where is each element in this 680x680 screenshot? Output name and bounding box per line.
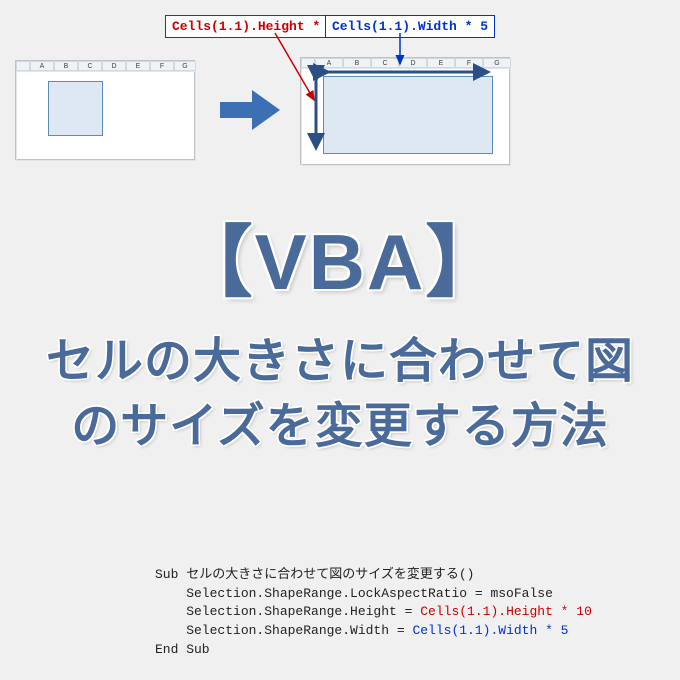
col-hdr: B — [54, 61, 78, 71]
code-height-expr: Cells(1.1).Height * 10 — [420, 604, 592, 619]
col-hdr: D — [399, 58, 427, 68]
title-subtitle: セルの大きさに合わせて図 のサイズを変更する方法 — [0, 330, 680, 460]
col-hdr: E — [427, 58, 455, 68]
title-area: 【VBA】 セルの大きさに合わせて図 のサイズを変更する方法 — [0, 200, 680, 460]
excel-before: A B C D E F G — [15, 60, 195, 160]
shape-after — [323, 76, 493, 154]
col-hdr: F — [150, 61, 174, 71]
col-hdr: G — [174, 61, 196, 71]
col-hdr: A — [30, 61, 54, 71]
col-hdr: D — [102, 61, 126, 71]
col-hdr: G — [483, 58, 511, 68]
col-hdr: C — [371, 58, 399, 68]
shape-before — [48, 81, 103, 136]
code-line: End Sub — [155, 642, 210, 657]
col-hdr: E — [126, 61, 150, 71]
title-main: 【VBA】 — [0, 200, 680, 312]
col-hdr: C — [78, 61, 102, 71]
col-hdr: F — [455, 58, 483, 68]
code-line: Selection.ShapeRange.Width = — [155, 623, 412, 638]
excel-after: A B C D E F G — [300, 57, 510, 165]
diagram-area: Cells(1.1).Height * 10 Cells(1.1).Width … — [15, 15, 665, 165]
arrow-icon — [220, 90, 280, 130]
code-line: Selection.ShapeRange.Height = — [155, 604, 420, 619]
height-formula-label: Cells(1.1).Height * 10 — [165, 15, 351, 38]
code-line: Selection.ShapeRange.LockAspectRatio = m… — [155, 586, 553, 601]
width-formula-label: Cells(1.1).Width * 5 — [325, 15, 495, 38]
col-hdr: A — [315, 58, 343, 68]
code-block: Sub セルの大きさに合わせて図のサイズを変更する() Selection.Sh… — [155, 566, 592, 660]
col-hdr: B — [343, 58, 371, 68]
code-line: Sub セルの大きさに合わせて図のサイズを変更する() — [155, 567, 474, 582]
subtitle-line2: のサイズを変更する方法 — [0, 395, 680, 460]
subtitle-line1: セルの大きさに合わせて図 — [0, 330, 680, 395]
code-width-expr: Cells(1.1).Width * 5 — [412, 623, 568, 638]
